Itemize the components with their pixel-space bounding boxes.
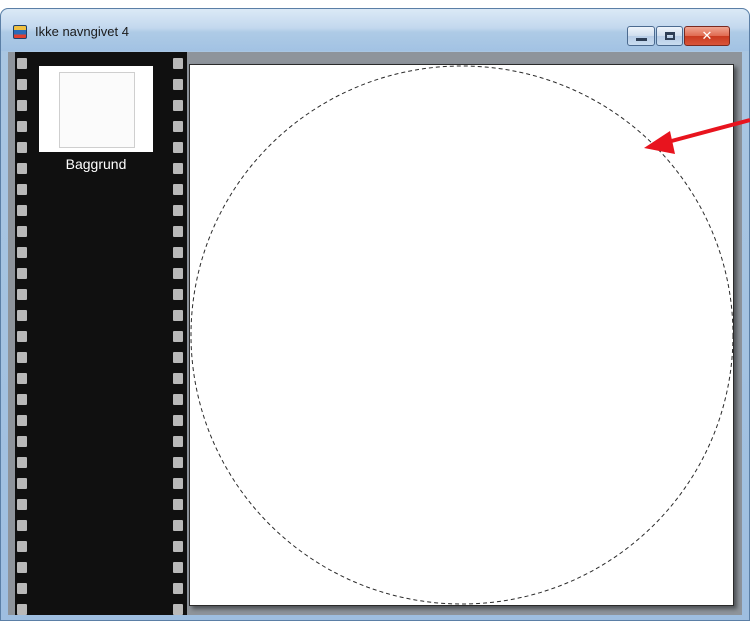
annotation-arrow-head-icon [644, 131, 675, 154]
annotation-arrow-shaft [663, 118, 750, 145]
annotation-overlay [644, 118, 750, 154]
